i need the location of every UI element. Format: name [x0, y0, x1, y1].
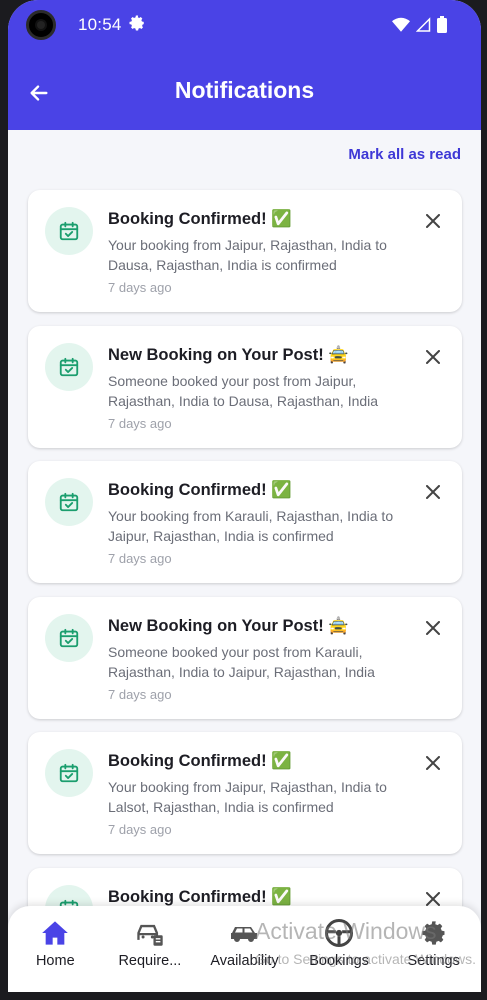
notification-time: 7 days ago: [108, 551, 172, 566]
nav-availability[interactable]: Availability: [199, 918, 289, 969]
nav-settings-label: Settings: [407, 953, 460, 969]
nav-requests-label: Require...: [118, 953, 182, 969]
close-icon: [426, 485, 440, 499]
status-time: 10:54: [78, 15, 122, 34]
phone-screen: 10:54 Notifications Mark all as read Boo…: [8, 0, 481, 992]
front-camera: [26, 10, 56, 40]
close-icon: [426, 620, 440, 635]
dismiss-button[interactable]: [424, 619, 442, 637]
back-button[interactable]: [24, 78, 54, 108]
wifi-icon: [392, 17, 410, 38]
notification-time: 7 days ago: [108, 280, 172, 295]
close-icon: [426, 756, 440, 770]
dismiss-button[interactable]: [424, 348, 442, 366]
calendar-check-icon: [45, 478, 93, 526]
calendar-check-icon: [45, 342, 93, 391]
car-icon: [229, 918, 259, 948]
steering-wheel-icon: [324, 918, 354, 948]
notification-list: Booking Confirmed! ✅ Your booking from J…: [28, 190, 462, 992]
settings-status-icon: [128, 14, 146, 32]
notification-message: Your booking from Karauli, Rajasthan, In…: [108, 508, 394, 544]
notification-card[interactable]: Booking Confirmed! ✅ Your booking from J…: [28, 732, 462, 854]
mark-all-read-button[interactable]: Mark all as read: [348, 146, 461, 163]
status-bar: 10:54: [8, 0, 481, 50]
notification-message: Your booking from Jaipur, Rajasthan, Ind…: [108, 779, 387, 815]
nav-availability-label: Availability: [210, 953, 279, 969]
notification-time: 7 days ago: [108, 822, 172, 837]
notification-title: Booking Confirmed! ✅: [108, 210, 292, 228]
battery-icon: [437, 16, 447, 38]
signal-icon: [415, 16, 431, 38]
dismiss-button[interactable]: [424, 483, 442, 501]
car-request-icon: [135, 918, 165, 948]
arrow-left-icon: [30, 85, 48, 101]
page-title: Notifications: [174, 76, 315, 103]
notification-message: Someone booked your post from Jaipur, Ra…: [108, 372, 379, 409]
dismiss-button[interactable]: [424, 212, 442, 230]
notification-title: Booking Confirmed! ✅: [108, 752, 292, 770]
calendar-check-icon: [45, 613, 93, 662]
notification-card[interactable]: Booking Confirmed! ✅ Your booking from J…: [28, 190, 462, 312]
notification-title: New Booking on Your Post! 🚖: [108, 345, 349, 364]
notification-message: Your booking from Jaipur, Rajasthan, Ind…: [108, 237, 387, 273]
close-icon: [426, 349, 440, 364]
status-indicators: [392, 16, 447, 38]
notification-time: 7 days ago: [108, 686, 172, 702]
home-icon: [40, 918, 70, 948]
dismiss-button[interactable]: [424, 754, 442, 772]
bottom-navigation: Home Require... Availability Bookings Se…: [8, 906, 481, 992]
gear-icon: [419, 918, 449, 948]
nav-bookings-label: Bookings: [309, 953, 369, 969]
nav-requests[interactable]: Require...: [105, 918, 195, 969]
nav-bookings[interactable]: Bookings: [294, 918, 384, 969]
nav-home-label: Home: [35, 953, 75, 969]
notification-message: Someone booked your post from Karauli, R…: [108, 643, 375, 680]
notification-card[interactable]: Booking Confirmed! ✅ Your booking from K…: [28, 461, 462, 583]
notification-title: New Booking on Your Post! 🚖: [108, 616, 349, 635]
notification-card[interactable]: New Booking on Your Post! 🚖 Someone book…: [28, 596, 462, 719]
notification-title: Booking Confirmed! ✅: [108, 887, 292, 906]
app-bar: Notifications: [8, 60, 481, 124]
calendar-check-icon: [45, 749, 93, 797]
notification-title: Booking Confirmed! ✅: [108, 481, 292, 499]
dismiss-button[interactable]: [424, 890, 442, 908]
nav-settings[interactable]: Settings: [389, 918, 479, 969]
close-icon: [426, 214, 440, 228]
nav-home[interactable]: Home: [10, 918, 100, 969]
calendar-check-icon: [45, 207, 93, 255]
close-icon: [426, 891, 440, 906]
notification-time: 7 days ago: [108, 415, 172, 431]
notification-card[interactable]: New Booking on Your Post! 🚖 Someone book…: [28, 325, 462, 448]
